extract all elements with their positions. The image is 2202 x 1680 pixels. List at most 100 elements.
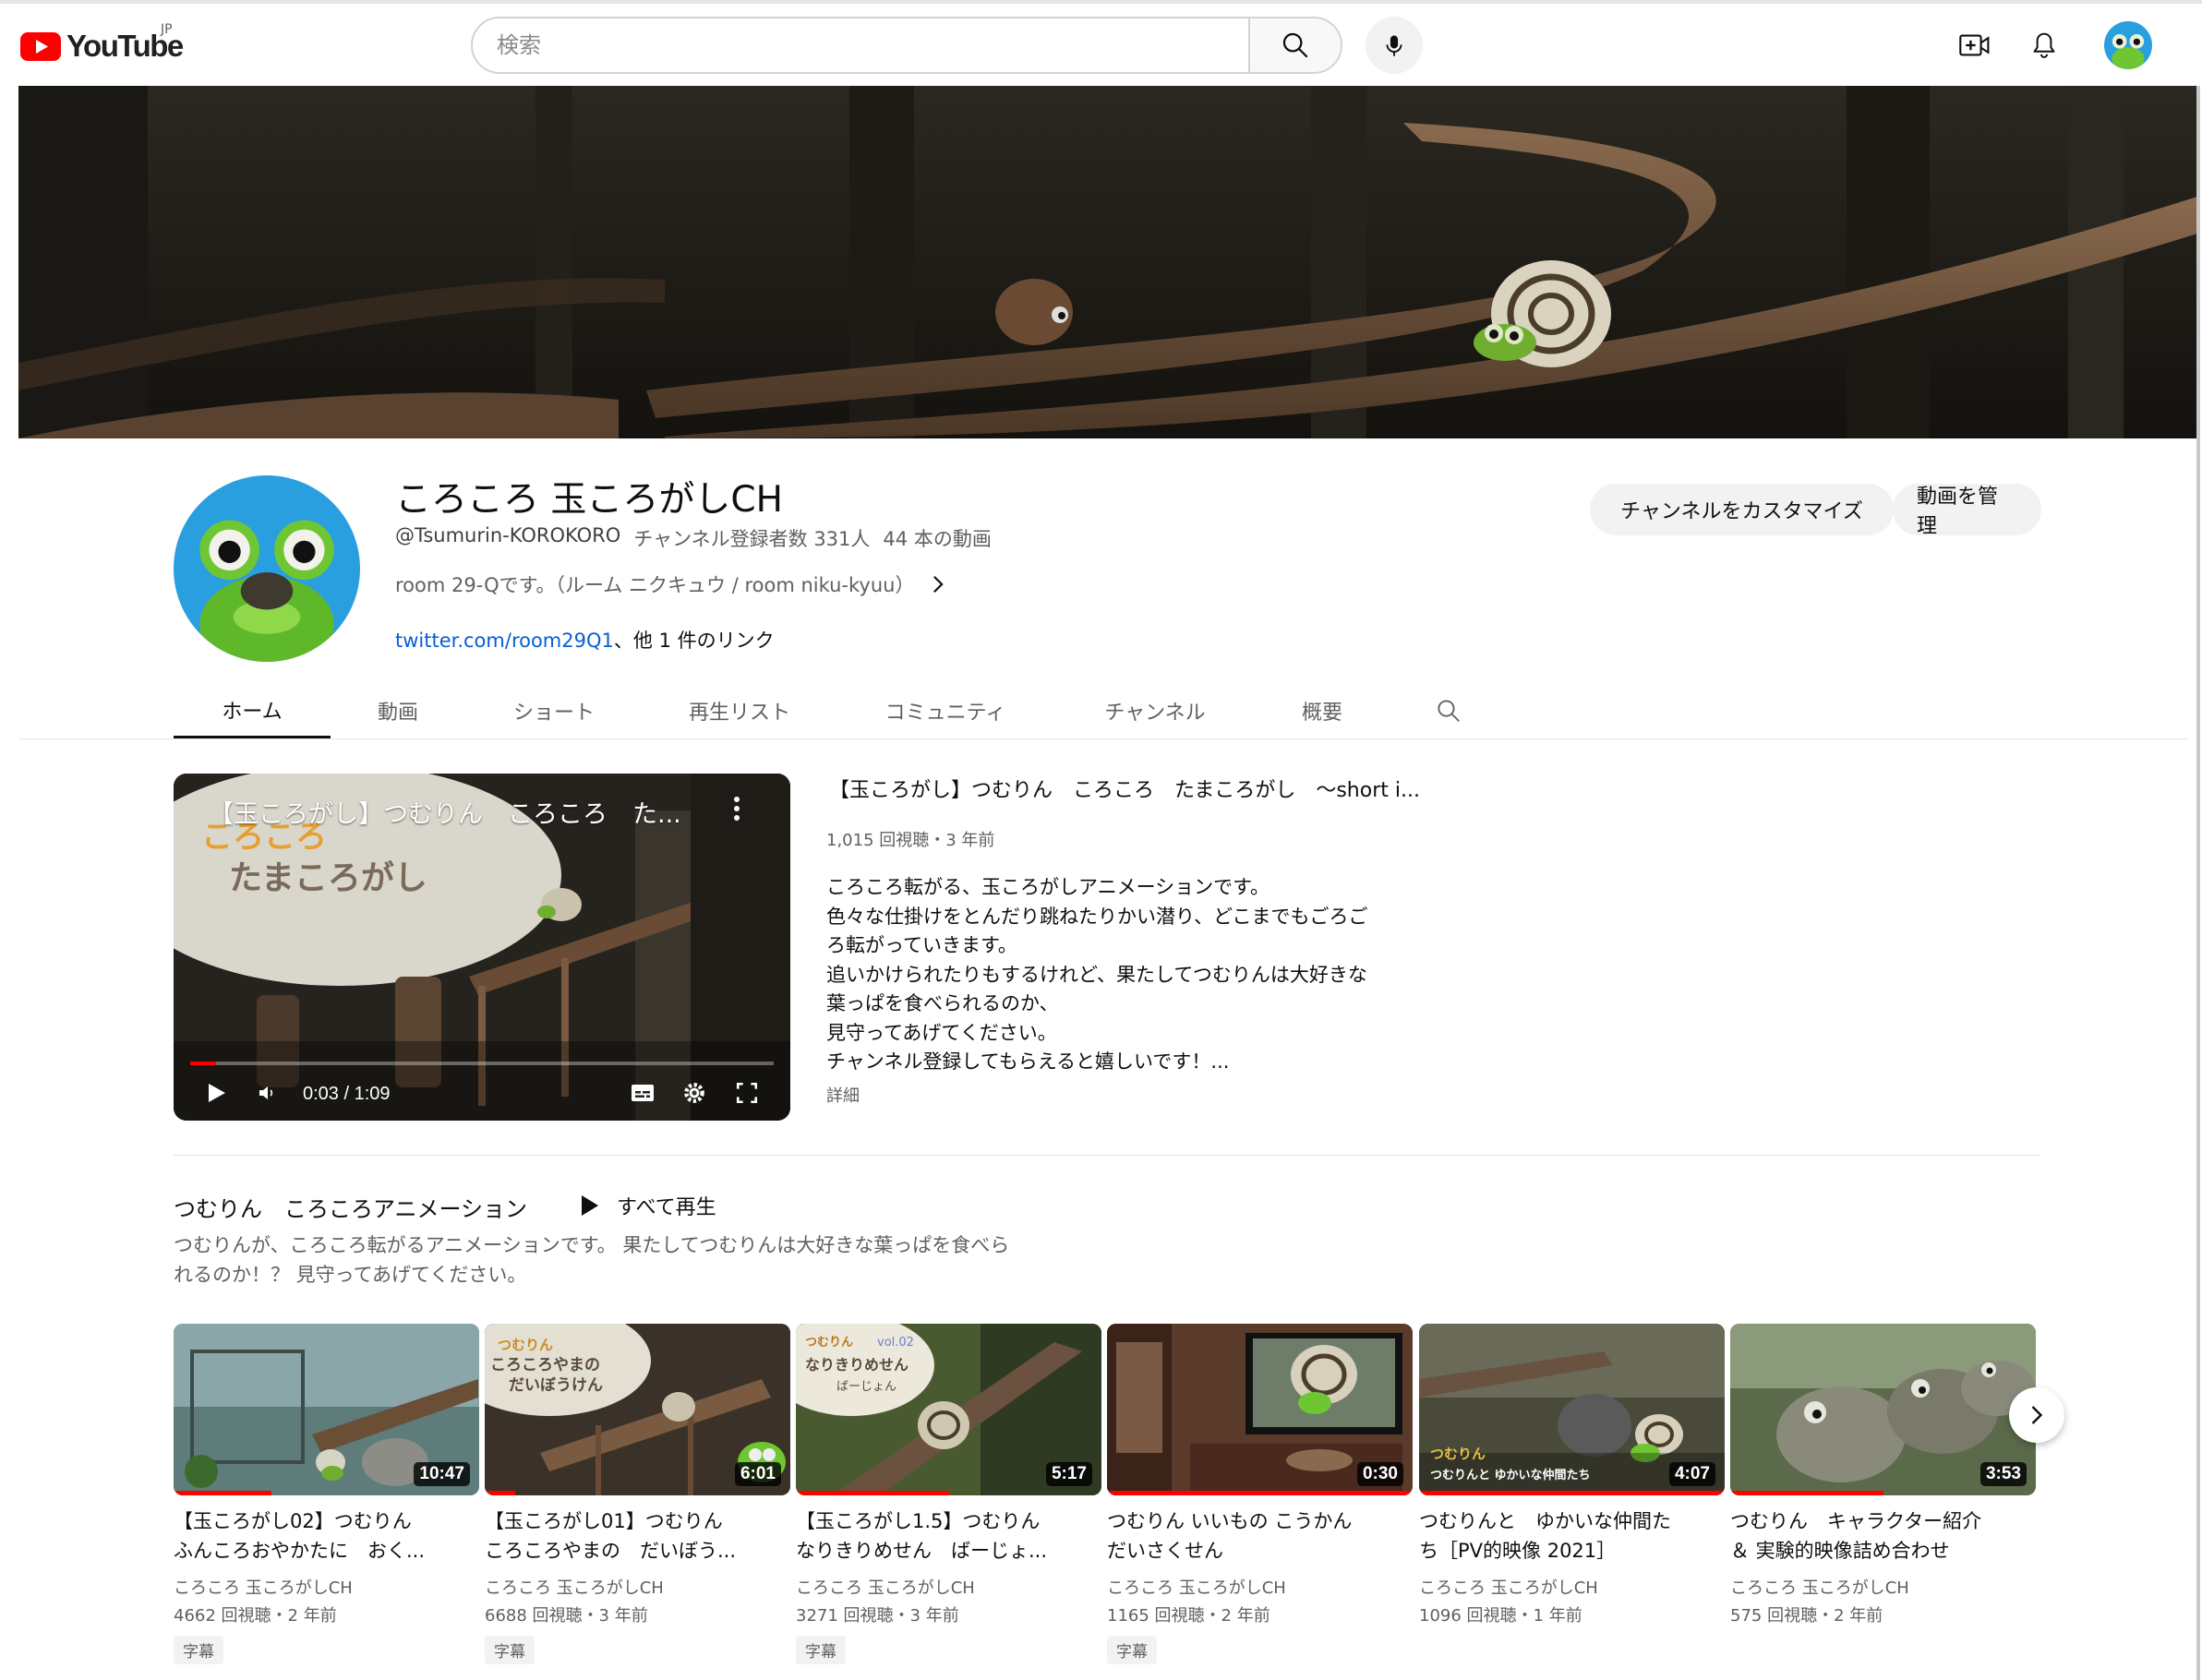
tab-videos[interactable]: 動画 <box>331 683 465 738</box>
svg-text:ばーじょん: ばーじょん <box>836 1380 896 1394</box>
svg-text:なりきりめせん: なりきりめせん <box>805 1356 908 1374</box>
video-title[interactable]: つむりん キャラクター紹介 ＆ 実験的映像詰め合わせ <box>1730 1506 2036 1566</box>
video-channel[interactable]: ころころ 玉ころがしCH <box>1107 1575 1413 1599</box>
read-more-link[interactable]: 詳細 <box>826 1083 860 1107</box>
shelf-next-button[interactable] <box>2009 1387 2064 1443</box>
fullscreen-icon[interactable] <box>735 1081 759 1105</box>
description-line: 見守ってあげてください。 <box>826 1021 1057 1044</box>
video-views: 4662 回視聴・2 年前 <box>174 1606 337 1626</box>
channel-description[interactable]: room 29-Qです。（ルーム ニクキュウ / room niku-kyuu） <box>395 570 945 598</box>
create-button[interactable] <box>1949 19 2001 71</box>
channel-avatar[interactable] <box>174 475 360 662</box>
video-duration: 10:47 <box>414 1462 470 1486</box>
player-overlay-title: 【玉ころがし】つむりん ころころ た... <box>209 800 681 829</box>
description-line: 追いかけられたりもするけれど、果たしてつむりんは大好きな <box>826 963 1367 986</box>
chevron-right-icon <box>933 575 945 594</box>
page-scrollbar[interactable] <box>2196 86 2200 1680</box>
top-border <box>0 0 2202 4</box>
video-card[interactable]: 0:30 つむりん いいもの こうかん だいさくせん ころころ 玉ころがしCH … <box>1107 1324 1413 1664</box>
playlist-title[interactable]: つむりん ころころアニメーション <box>174 1191 527 1223</box>
tab-shorts[interactable]: ショート <box>465 683 643 738</box>
search-input[interactable] <box>473 18 1248 72</box>
play-all-button[interactable]: すべて再生 <box>580 1191 716 1220</box>
channel-meta: @Tsumurin-KOROKORO チャンネル登録者数 331人 44 本の動… <box>395 524 992 552</box>
video-duration: 6:01 <box>734 1462 781 1486</box>
video-thumbnail[interactable]: 3:53 <box>1730 1324 2036 1495</box>
description-line: ろ転がっていきます。 <box>826 934 1017 956</box>
featured-video-player[interactable]: ころころ たまころがし 【玉ころがし】つむりん ころころ た... 0:03 /… <box>174 774 790 1121</box>
section-divider <box>174 1155 2040 1156</box>
player-progress-fill <box>190 1062 217 1065</box>
svg-text:vol.02: vol.02 <box>877 1336 914 1350</box>
video-thumbnail[interactable]: つむりん vol.02 なりきりめせん ばーじょん 5:17 <box>796 1324 1101 1495</box>
other-links-button[interactable]: 他 1 件のリンク <box>633 630 775 652</box>
more-vert-icon[interactable] <box>733 796 740 822</box>
tab-channels[interactable]: チャンネル <box>1054 683 1256 738</box>
frog-avatar-icon <box>174 475 360 662</box>
notifications-button[interactable] <box>2018 19 2070 71</box>
video-title[interactable]: 【玉ころがし1.5】つむりん なりきりめせん ばーじょ... <box>796 1506 1101 1566</box>
video-card[interactable]: つむりん ころころやまの だいぼうけん 6:01 【玉ころがし01】つむりん こ… <box>485 1324 790 1664</box>
video-thumbnail[interactable]: つむりん つむりんと ゆかいな仲間たち 4:07 <box>1419 1324 1725 1495</box>
twitter-link[interactable]: twitter.com/room29Q1 <box>395 630 614 652</box>
voice-search-button[interactable] <box>1366 17 1423 74</box>
video-thumbnail[interactable]: 10:47 <box>174 1324 479 1495</box>
account-avatar[interactable] <box>2104 21 2152 69</box>
tab-about[interactable]: 概要 <box>1256 683 1389 738</box>
video-thumbnail[interactable]: 0:30 <box>1107 1324 1413 1495</box>
video-card[interactable]: 3:53 つむりん キャラクター紹介 ＆ 実験的映像詰め合わせ ころころ 玉ころ… <box>1730 1324 2036 1626</box>
video-title[interactable]: 【玉ころがし01】つむりん ころころやまの だいぼう... <box>485 1506 790 1566</box>
svg-text:つむりん: つむりん <box>805 1336 853 1350</box>
manage-videos-button[interactable]: 動画を管理 <box>1893 484 2041 538</box>
video-views: 6688 回視聴・3 年前 <box>485 1606 648 1626</box>
svg-text:つむりんと ゆかいな仲間たち: つむりんと ゆかいな仲間たち <box>1430 1468 1591 1482</box>
description-line: ころころ転がる、玉ころがしアニメーションです。 <box>826 876 1270 898</box>
video-title[interactable]: 【玉ころがし02】つむりん ふんころおやかたに おく... <box>174 1506 479 1566</box>
subtitles-icon[interactable] <box>630 1083 656 1103</box>
play-icon[interactable] <box>207 1082 227 1104</box>
video-title-line: 【玉ころがし1.5】つむりん <box>796 1510 1041 1532</box>
tab-home[interactable]: ホーム <box>174 683 331 738</box>
video-card[interactable]: つむりん vol.02 なりきりめせん ばーじょん 5:17 【玉ころがし1.5… <box>796 1324 1101 1664</box>
video-channel[interactable]: ころころ 玉ころがしCH <box>1419 1575 1725 1599</box>
video-card[interactable]: 10:47 【玉ころがし02】つむりん ふんころおやかたに おく... ころころ… <box>174 1324 479 1664</box>
featured-video-title[interactable]: 【玉ころがし】つむりん ころころ たまころがし ～short i... <box>829 774 1420 803</box>
channel-handle: @Tsumurin-KOROKORO <box>395 524 621 546</box>
video-thumbnail[interactable]: つむりん ころころやまの だいぼうけん 6:01 <box>485 1324 790 1495</box>
tab-community[interactable]: コミュニティ <box>836 683 1054 738</box>
player-time: 0:03 / 1:09 <box>303 1084 391 1104</box>
video-channel[interactable]: ころころ 玉ころがしCH <box>174 1575 479 1599</box>
video-title-line: だいさくせん <box>1107 1540 1223 1562</box>
video-title-line: ふんころおやかたに おく... <box>174 1540 426 1562</box>
video-title-line: つむりんと ゆかいな仲間た <box>1419 1510 1671 1532</box>
video-title[interactable]: つむりんと ゆかいな仲間た ち［PV的映像 2021］ <box>1419 1506 1725 1566</box>
svg-text:ころころやまの: ころころやまの <box>490 1356 600 1374</box>
video-channel[interactable]: ころころ 玉ころがしCH <box>1730 1575 2036 1599</box>
description-line: チャンネル登録してもらえると嬉しいです！... <box>826 1050 1230 1073</box>
tab-search[interactable] <box>1389 683 1509 738</box>
video-channel[interactable]: ころころ 玉ころがしCH <box>796 1575 1101 1599</box>
youtube-logo[interactable]: YouTube JP <box>20 22 184 63</box>
channel-tabs: ホーム 動画 ショート 再生リスト コミュニティ チャンネル 概要 <box>174 683 1509 738</box>
search-button[interactable] <box>1248 18 1341 72</box>
playlist-description: つむりんが、ころころ転がるアニメーションです。 果たしてつむりんは大好きな葉っぱ… <box>174 1231 1078 1290</box>
volume-icon[interactable] <box>257 1083 277 1103</box>
microphone-icon <box>1386 35 1402 56</box>
subscriber-count: チャンネル登録者数 331人 <box>633 528 871 550</box>
customize-channel-button[interactable]: チャンネルをカスタマイズ <box>1590 484 1894 535</box>
video-title-line: 【玉ころがし01】つむりん <box>485 1510 723 1532</box>
captions-badge: 字幕 <box>485 1636 535 1664</box>
video-title[interactable]: つむりん いいもの こうかん だいさくせん <box>1107 1506 1413 1566</box>
video-duration: 3:53 <box>1979 1462 2027 1486</box>
description-line: 葉っぱを食べられるのか、 <box>826 992 1059 1014</box>
tab-playlists[interactable]: 再生リスト <box>643 683 836 738</box>
video-card[interactable]: つむりん つむりんと ゆかいな仲間たち 4:07 つむりんと ゆかいな仲間た ち… <box>1419 1324 1725 1626</box>
description-line: つむりんが、ころころ転がるアニメーションです。 果たしてつむりんは大好きな葉っぱ… <box>174 1234 1010 1256</box>
video-channel[interactable]: ころころ 玉ころがしCH <box>485 1575 790 1599</box>
video-duration: 4:07 <box>1668 1462 1715 1486</box>
create-video-icon <box>1959 34 1990 56</box>
player-progress-track[interactable] <box>190 1062 774 1065</box>
description-line: れるのか！？ 見守ってあげてください。 <box>174 1263 527 1286</box>
play-all-label: すべて再生 <box>617 1196 716 1219</box>
settings-gear-icon[interactable] <box>682 1081 706 1105</box>
